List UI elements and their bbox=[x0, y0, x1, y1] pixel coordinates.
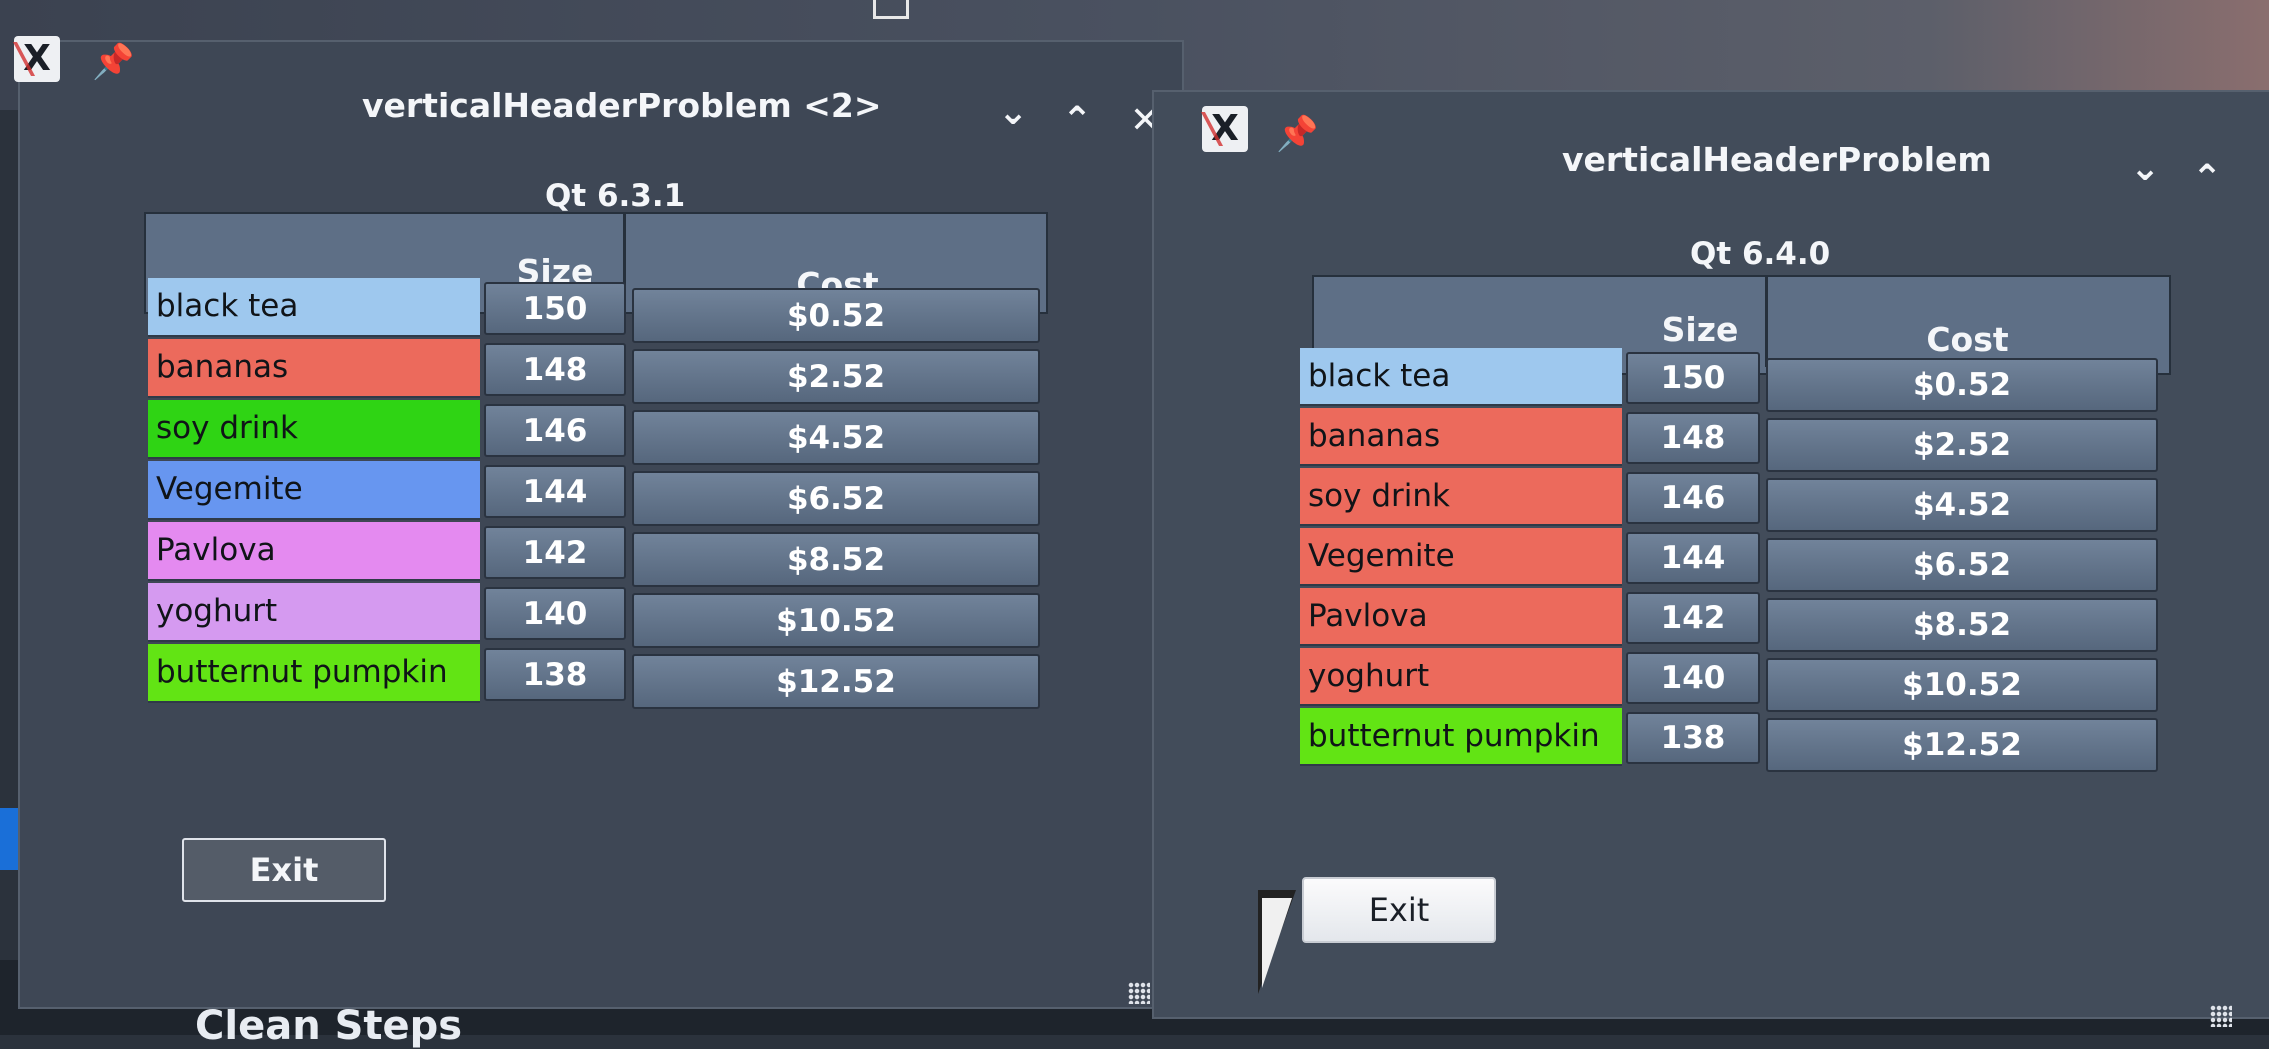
chevron-down-icon[interactable]: ⌄ bbox=[998, 92, 1028, 133]
window-title: verticalHeaderProblem bbox=[1562, 140, 1992, 179]
cost-cell[interactable]: $6.52 bbox=[632, 471, 1040, 526]
row-header-label[interactable]: butternut pumpkin bbox=[148, 644, 480, 703]
x-app-icon[interactable]: X bbox=[12, 36, 66, 82]
size-cell[interactable]: 150 bbox=[1626, 352, 1760, 404]
header-separator bbox=[1765, 277, 1768, 367]
row-header-label[interactable]: Vegemite bbox=[148, 461, 480, 520]
size-cell[interactable]: 146 bbox=[484, 404, 626, 457]
cost-cell[interactable]: $8.52 bbox=[1766, 598, 2158, 652]
resize-grip[interactable] bbox=[1128, 982, 1150, 1004]
size-cell[interactable]: 148 bbox=[1626, 412, 1760, 464]
size-cell[interactable]: 140 bbox=[484, 587, 626, 640]
row-header-label[interactable]: black tea bbox=[148, 278, 480, 337]
cost-cell[interactable]: $12.52 bbox=[632, 654, 1040, 709]
pin-icon[interactable]: 📌 bbox=[92, 42, 134, 82]
exit-button[interactable]: Exit bbox=[1302, 877, 1496, 943]
cost-cell[interactable]: $2.52 bbox=[1766, 418, 2158, 472]
row-header-label[interactable]: soy drink bbox=[148, 400, 480, 459]
window-title: verticalHeaderProblem <2> bbox=[362, 86, 882, 125]
size-cell[interactable]: 138 bbox=[484, 648, 626, 701]
cost-cell[interactable]: $0.52 bbox=[1766, 358, 2158, 412]
cost-cell[interactable]: $12.52 bbox=[1766, 718, 2158, 772]
row-header-label[interactable]: bananas bbox=[1300, 408, 1622, 466]
row-header-label[interactable]: yoghurt bbox=[1300, 648, 1622, 706]
column-header-size[interactable]: Size bbox=[1640, 310, 1760, 349]
cost-cell[interactable]: $10.52 bbox=[1766, 658, 2158, 712]
x-app-icon[interactable]: X bbox=[1200, 106, 1254, 152]
resize-grip[interactable] bbox=[2210, 1005, 2232, 1027]
background-text: Clean Steps bbox=[195, 1003, 463, 1049]
chevron-down-icon[interactable]: ⌄ bbox=[2130, 148, 2160, 189]
size-cell[interactable]: 142 bbox=[484, 526, 626, 579]
column-header-cost[interactable]: Cost bbox=[1770, 320, 2165, 359]
window-stub-icon bbox=[873, 0, 909, 19]
cost-cell[interactable]: $4.52 bbox=[1766, 478, 2158, 532]
size-cell[interactable]: 144 bbox=[1626, 532, 1760, 584]
exit-button[interactable]: Exit bbox=[182, 838, 386, 902]
size-cell[interactable]: 142 bbox=[1626, 592, 1760, 644]
mouse-cursor-icon bbox=[1262, 898, 1292, 988]
row-header-label[interactable]: butternut pumpkin bbox=[1300, 708, 1622, 766]
size-cell[interactable]: 144 bbox=[484, 465, 626, 518]
row-header-label[interactable]: black tea bbox=[1300, 348, 1622, 406]
row-header-label[interactable]: bananas bbox=[148, 339, 480, 398]
cost-cell[interactable]: $2.52 bbox=[632, 349, 1040, 404]
size-cell[interactable]: 140 bbox=[1626, 652, 1760, 704]
row-header-label[interactable]: yoghurt bbox=[148, 583, 480, 642]
cost-cell[interactable]: $8.52 bbox=[632, 532, 1040, 587]
cost-cell[interactable]: $6.52 bbox=[1766, 538, 2158, 592]
pin-icon[interactable]: 📌 bbox=[1276, 114, 1318, 154]
cost-cell[interactable]: $4.52 bbox=[632, 410, 1040, 465]
version-label: Qt 6.3.1 bbox=[545, 178, 686, 214]
version-label: Qt 6.4.0 bbox=[1690, 236, 1831, 272]
row-header-label[interactable]: Vegemite bbox=[1300, 528, 1622, 586]
chevron-up-icon[interactable]: ⌃ bbox=[1062, 100, 1092, 141]
cost-cell[interactable]: $0.52 bbox=[632, 288, 1040, 343]
size-cell[interactable]: 148 bbox=[484, 343, 626, 396]
row-header-label[interactable]: Pavlova bbox=[1300, 588, 1622, 646]
row-header-label[interactable]: soy drink bbox=[1300, 468, 1622, 526]
size-cell[interactable]: 146 bbox=[1626, 472, 1760, 524]
chevron-up-icon[interactable]: ⌃ bbox=[2192, 158, 2222, 199]
row-header-label[interactable]: Pavlova bbox=[148, 522, 480, 581]
size-cell[interactable]: 138 bbox=[1626, 712, 1760, 764]
cost-cell[interactable]: $10.52 bbox=[632, 593, 1040, 648]
size-cell[interactable]: 150 bbox=[484, 282, 626, 335]
